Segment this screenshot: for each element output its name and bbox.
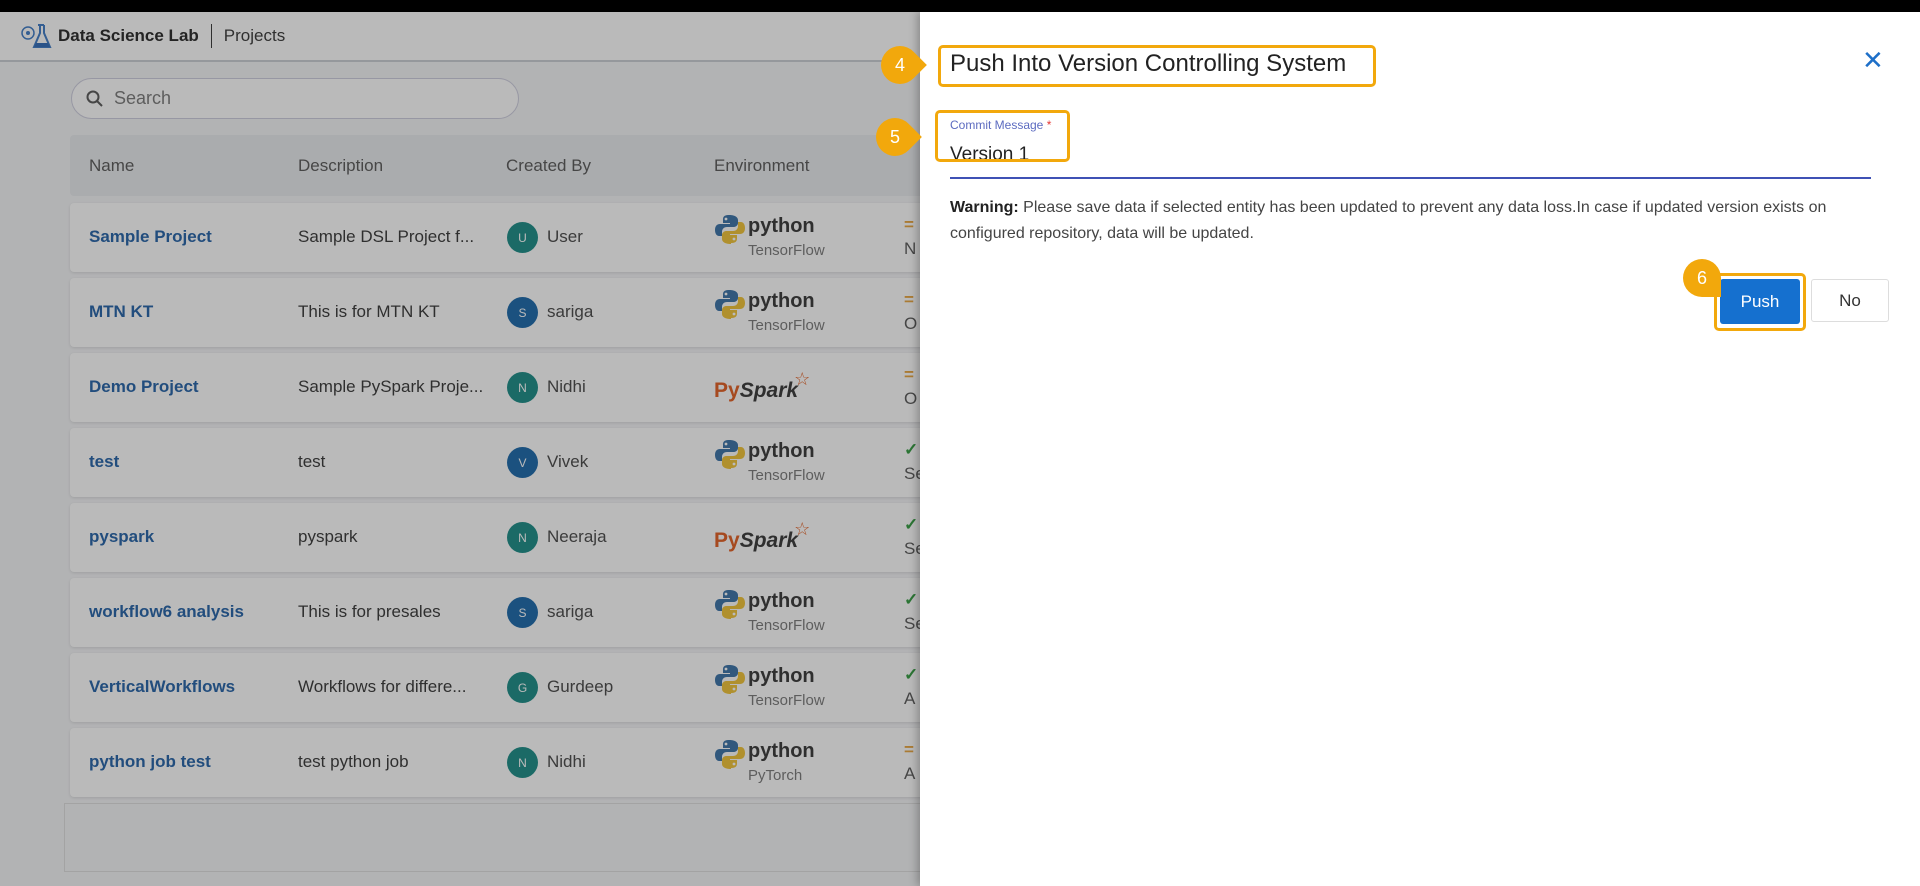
annotation-step-5: 5 [889, 126, 900, 147]
commit-message-input[interactable] [950, 133, 1871, 179]
warning-label: Warning: [950, 199, 1019, 216]
annotation-highlight-title [938, 45, 1376, 87]
annotation-badge-6: 6 [1683, 259, 1721, 297]
close-icon[interactable]: ✕ [1862, 45, 1884, 76]
annotation-highlight-push [1714, 273, 1806, 331]
annotation-highlight-input [935, 110, 1070, 162]
warning-message: Please save data if selected entity has … [950, 199, 1827, 242]
annotation-badge-4: 4 [873, 38, 927, 92]
no-button[interactable]: No [1811, 279, 1889, 322]
annotation-step-4: 4 [894, 54, 905, 75]
warning-text: Warning: Please save data if selected en… [950, 195, 1880, 247]
annotation-badge-5: 5 [868, 110, 922, 164]
push-dialog: Push Into Version Controlling System ✕ C… [868, 12, 1920, 886]
annotation-step-6: 6 [1696, 267, 1707, 288]
